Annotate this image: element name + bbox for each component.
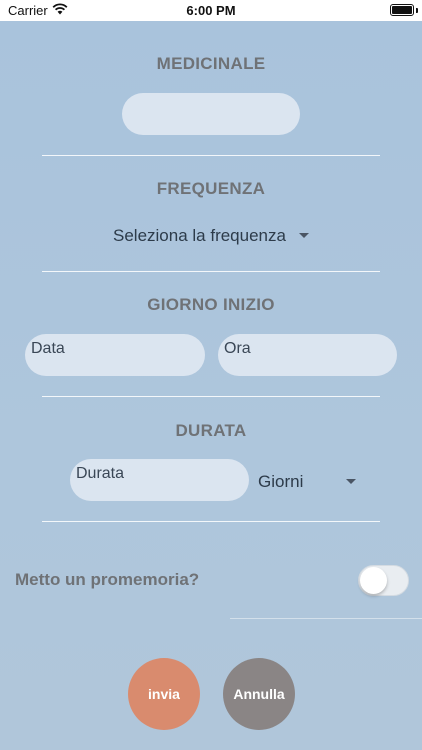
duration-section-title: DURATA [175,421,247,440]
cancel-button[interactable]: Annulla [223,658,295,730]
reminder-toggle-knob [360,567,387,594]
duration-input[interactable]: Durata [70,459,249,501]
frequency-dropdown[interactable]: Seleziona la frequenza [113,226,309,246]
status-bar: Carrier 6:00 PM [0,0,422,21]
submit-button[interactable]: invia [128,658,200,730]
divider-frequency [42,271,380,272]
duration-input-placeholder: Durata [76,465,125,482]
chevron-down-icon [298,233,309,238]
start-day-section-title: GIORNO INIZIO [147,295,275,314]
frequency-section-title: FREQUENZA [156,179,266,198]
battery-icon [390,4,414,16]
divider-start-day [42,396,380,397]
medication-form: MEDICINALE FREQUENZA Seleziona la freque… [0,21,422,750]
date-field-placeholder: Data [31,340,65,357]
chevron-down-icon [346,479,356,484]
time-field-placeholder: Ora [224,340,251,357]
cancel-button-label: Annulla [233,686,285,702]
time-field[interactable]: Ora [218,334,397,376]
submit-button-label: invia [148,686,180,702]
battery-tip [416,8,418,13]
reminder-divider [230,618,422,619]
frequency-selected: Seleziona la frequenza [113,226,286,245]
reminder-toggle[interactable] [358,565,409,596]
date-field[interactable]: Data [25,334,205,376]
medicine-input[interactable] [122,93,300,135]
reminder-label: Metto un promemoria? [15,570,200,589]
divider-medicine [42,155,380,156]
clock: 6:00 PM [186,3,236,18]
divider-duration [42,521,380,522]
medicine-section-title: MEDICINALE [156,54,266,73]
duration-unit-selected: Giorni [258,472,304,491]
duration-unit-dropdown[interactable]: Giorni [258,472,360,492]
